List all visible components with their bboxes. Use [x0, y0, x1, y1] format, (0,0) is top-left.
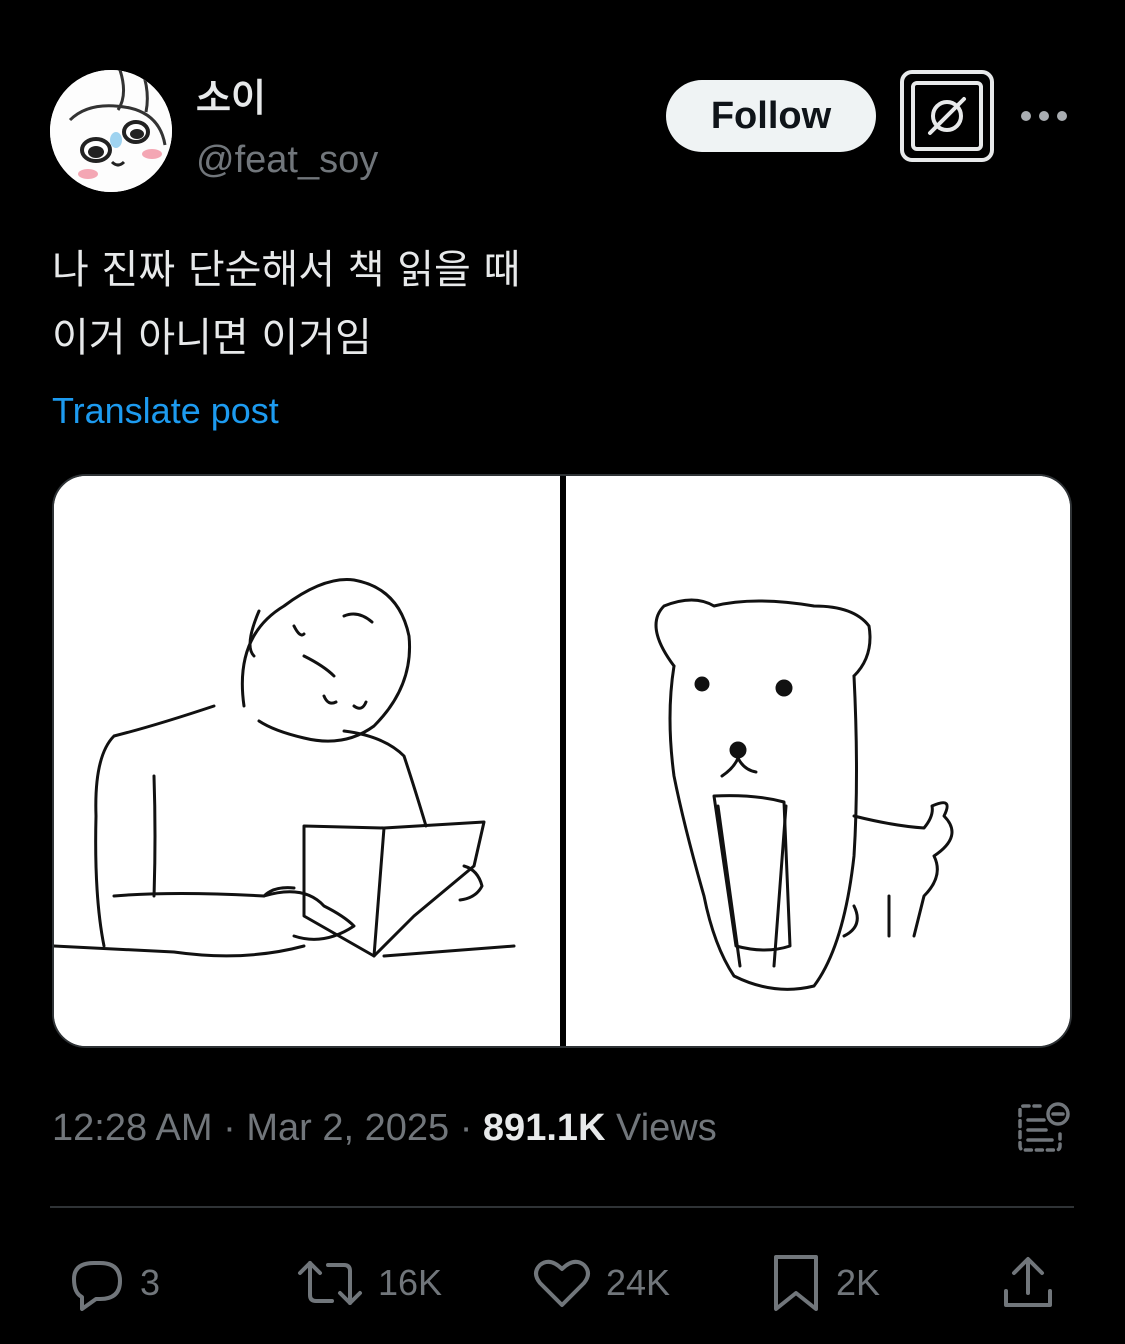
like-count: 24K [606, 1262, 671, 1303]
post-meta: 12:28 AM · Mar 2, 2025 · 891.1K Views [52, 1100, 717, 1156]
repost-icon [298, 1261, 362, 1305]
like-button[interactable]: 24K [532, 1248, 670, 1318]
translate-post-link[interactable]: Translate post [52, 386, 279, 436]
bookmark-icon [774, 1255, 818, 1311]
more-icon[interactable] [1016, 96, 1072, 136]
author-avatar[interactable] [50, 70, 172, 192]
views-label: Views [616, 1107, 717, 1149]
reply-button[interactable]: 3 [66, 1248, 160, 1318]
post-media[interactable] [52, 474, 1072, 1048]
author-handle[interactable]: @feat_soy [196, 134, 378, 186]
divider [50, 1206, 1074, 1208]
grok-button[interactable] [900, 70, 994, 162]
meta-separator: · [212, 1107, 247, 1149]
reply-count: 3 [140, 1262, 161, 1303]
repost-button[interactable]: 16K [296, 1248, 442, 1318]
repost-count: 16K [378, 1262, 443, 1303]
grok-icon [911, 81, 983, 151]
author-display-name[interactable]: 소이 [196, 70, 266, 126]
meta-separator: · [449, 1107, 483, 1149]
share-icon [1004, 1257, 1052, 1307]
post-text: 나 진짜 단순해서 책 읽을 때 이거 아니면 이거임 [52, 247, 521, 361]
post-date[interactable]: Mar 2, 2025 [246, 1107, 449, 1149]
reply-icon [72, 1261, 122, 1311]
follow-button[interactable]: Follow [666, 80, 876, 152]
share-button[interactable] [1000, 1248, 1056, 1318]
bookmark-count: 2K [836, 1262, 881, 1303]
bunny-avatar-icon [50, 70, 172, 192]
views-count: 891.1K [482, 1107, 606, 1149]
heart-icon [534, 1259, 590, 1307]
post-time[interactable]: 12:28 AM [52, 1107, 213, 1149]
bookmark-button[interactable]: 2K [770, 1248, 880, 1318]
analytics-icon[interactable] [1016, 1100, 1074, 1156]
